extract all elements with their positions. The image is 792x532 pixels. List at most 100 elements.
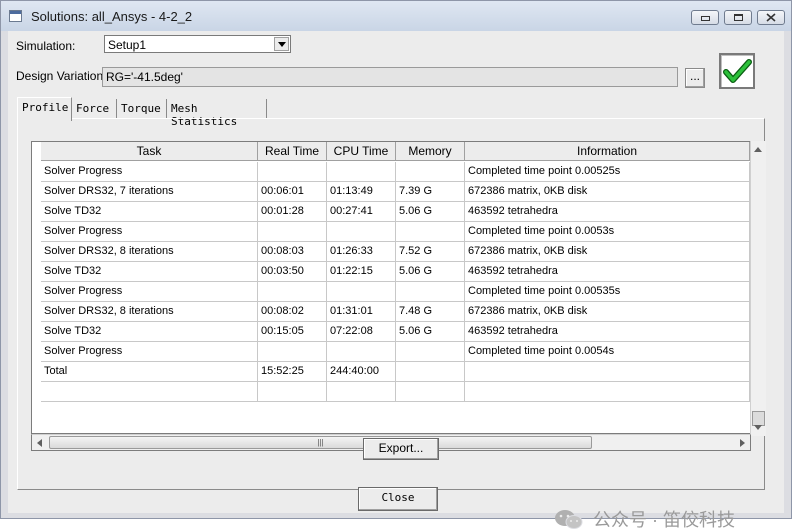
close-icon: [766, 13, 776, 22]
cell-cpu-time: 00:27:41: [327, 202, 396, 222]
cell-task: Solver Progress: [41, 162, 258, 182]
tab-profile[interactable]: Profile: [17, 97, 72, 121]
cell-task: Solver DRS32, 8 iterations: [41, 242, 258, 262]
table-row[interactable]: Solver Progress Completed time point 0.00…: [41, 342, 750, 362]
column-header-memory[interactable]: Memory: [396, 142, 465, 161]
cell-information: 672386 matrix, 0KB disk: [465, 302, 750, 322]
solution-status: [719, 53, 755, 89]
table-row[interactable]: Solve TD32 00:01:28 00:27:41 5.06 G 463592 t…: [41, 202, 750, 222]
cell-memory: [396, 362, 465, 382]
cell-task: Solve TD32: [41, 262, 258, 282]
cell-real-time: [258, 162, 327, 182]
cell-cpu-time: [327, 342, 396, 362]
cell-information: 672386 matrix, 0KB disk: [465, 182, 750, 202]
cell-memory: 5.06 G: [396, 262, 465, 282]
scroll-left-icon[interactable]: [37, 439, 42, 447]
green-checkmark-icon: [723, 59, 752, 83]
scroll-down-icon[interactable]: [754, 425, 762, 430]
table-header: Task Real Time CPU Time Memory Informati…: [41, 142, 750, 161]
cell-task: Solver Progress: [41, 342, 258, 362]
column-header-real-time[interactable]: Real Time: [258, 142, 327, 161]
table-row[interactable]: Solve TD32 00:03:50 01:22:15 5.06 G 463592 t…: [41, 262, 750, 282]
watermark-text: 公众号 · 笛佼科技: [593, 510, 735, 530]
cell-memory: 5.06 G: [396, 322, 465, 342]
column-header-task[interactable]: Task: [41, 142, 258, 161]
table-row[interactable]: Solver DRS32, 8 iterations 00:08:02 01:31:…: [41, 302, 750, 322]
profile-table[interactable]: Task Real Time CPU Time Memory Informati…: [31, 141, 766, 434]
cell-information: Completed time point 0.00535s: [465, 282, 750, 302]
cell-task: Solve TD32: [41, 202, 258, 222]
maximize-icon: [733, 14, 743, 21]
minimize-button[interactable]: [691, 10, 719, 25]
cell-task: Solver DRS32, 8 iterations: [41, 302, 258, 322]
cell-real-time: [258, 282, 327, 302]
cell-information: [465, 362, 750, 382]
cell-cpu-time: [327, 282, 396, 302]
cell-information: Completed time point 0.0054s: [465, 342, 750, 362]
watermark: 公众号 · 笛佼科技: [553, 507, 735, 531]
cell-cpu-time: 01:22:15: [327, 262, 396, 282]
browse-variation-button[interactable]: ...: [685, 68, 705, 88]
horizontal-scroll-thumb[interactable]: |||: [49, 436, 592, 449]
cell-memory: [396, 342, 465, 362]
table-row[interactable]: Solver Progress Completed time point 0.00…: [41, 282, 750, 302]
cell-information: Completed time point 0.0053s: [465, 222, 750, 242]
simulation-select[interactable]: Setup1: [104, 35, 291, 53]
cell-real-time: 00:08:03: [258, 242, 327, 262]
maximize-button[interactable]: [724, 10, 752, 25]
cell-information: 463592 tetrahedra: [465, 322, 750, 342]
cell-real-time: [258, 222, 327, 242]
table-row[interactable]: Solver DRS32, 8 iterations 00:08:03 01:26:…: [41, 242, 750, 262]
cell-task: Solver Progress: [41, 222, 258, 242]
design-variation-value: RG='-41.5deg': [106, 70, 183, 84]
export-button[interactable]: Export...: [363, 438, 439, 460]
table-row[interactable]: Solver Progress Completed time point 0.00…: [41, 162, 750, 182]
simulation-label: Simulation:: [16, 39, 76, 53]
cell-information: 463592 tetrahedra: [465, 202, 750, 222]
close-window-button[interactable]: [757, 10, 785, 25]
cell-real-time: 00:08:02: [258, 302, 327, 322]
tab-torque[interactable]: Torque: [117, 99, 167, 119]
cell-cpu-time: 01:26:33: [327, 242, 396, 262]
cell-task: Solver Progress: [41, 282, 258, 302]
chevron-down-icon[interactable]: [274, 37, 289, 51]
tab-mesh-statistics[interactable]: Mesh Statistics: [167, 99, 267, 128]
cell-cpu-time: 01:31:01: [327, 302, 396, 322]
scroll-right-icon[interactable]: [740, 439, 745, 447]
table-body: Solver Progress Completed time point 0.00…: [41, 162, 750, 402]
design-variation-label: Design Variation:: [16, 69, 107, 83]
close-button[interactable]: Close: [358, 487, 438, 511]
cell-memory: [396, 162, 465, 182]
cell-cpu-time: 07:22:08: [327, 322, 396, 342]
column-header-cpu-time[interactable]: CPU Time: [327, 142, 396, 161]
cell-real-time: 00:06:01: [258, 182, 327, 202]
table-row[interactable]: Solver DRS32, 7 iterations 00:06:01 01:13:…: [41, 182, 750, 202]
table-row-empty: [41, 382, 750, 402]
title-bar[interactable]: Solutions: all_Ansys - 4-2_2: [1, 1, 791, 31]
vertical-scroll-thumb[interactable]: [752, 411, 765, 426]
cell-information: 672386 matrix, 0KB disk: [465, 242, 750, 262]
cell-memory: 7.52 G: [396, 242, 465, 262]
scroll-up-icon[interactable]: [754, 147, 762, 152]
cell-real-time: 15:52:25: [258, 362, 327, 382]
tab-force[interactable]: Force: [72, 99, 117, 119]
wechat-icon: [555, 510, 583, 529]
cell-cpu-time: 244:40:00: [327, 362, 396, 382]
dialog-body: Simulation: Setup1 Design Variation: RG=…: [8, 31, 784, 530]
app-icon: [9, 10, 22, 22]
simulation-value: Setup1: [108, 38, 147, 52]
cell-cpu-time: [327, 222, 396, 242]
table-row[interactable]: Solve TD32 00:15:05 07:22:08 5.06 G 463592 t…: [41, 322, 750, 342]
table-row[interactable]: Total 15:52:25 244:40:00: [41, 362, 750, 382]
table-row[interactable]: Solver Progress Completed time point 0.00…: [41, 222, 750, 242]
vertical-scrollbar[interactable]: [750, 141, 766, 436]
design-variation-field: RG='-41.5deg': [102, 67, 678, 87]
cell-cpu-time: 01:13:49: [327, 182, 396, 202]
cell-task: Solver DRS32, 7 iterations: [41, 182, 258, 202]
cell-task: Total: [41, 362, 258, 382]
column-header-information[interactable]: Information: [465, 142, 750, 161]
cell-real-time: 00:01:28: [258, 202, 327, 222]
cell-cpu-time: [327, 162, 396, 182]
solutions-window: Solutions: all_Ansys - 4-2_2 Simulation:…: [0, 0, 792, 530]
window-title: Solutions: all_Ansys - 4-2_2: [31, 9, 193, 24]
